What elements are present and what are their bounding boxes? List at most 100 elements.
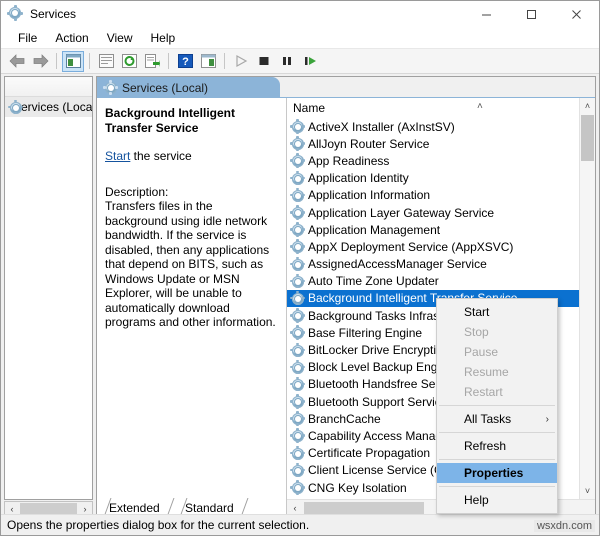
tree-node-services-local[interactable]: Services (Loca [5,97,92,117]
service-name-cell: AllJoyn Router Service [308,136,430,151]
refresh-button[interactable] [118,51,140,72]
list-vertical-scrollbar[interactable]: ˄ ˅ [579,98,595,499]
service-gear-icon [290,359,305,375]
description-text: Transfers files in the background using … [105,199,276,329]
service-gear-icon [290,119,305,134]
service-gear-icon [290,273,305,289]
start-service-link[interactable]: Start [105,149,130,163]
help-button[interactable]: ? [174,51,196,72]
service-gear-icon [290,394,305,409]
context-menu-item-label: Help [464,493,489,507]
table-row[interactable]: AppX Deployment Service (AppXSVC) [287,238,579,255]
service-name-cell: Application Layer Gateway Service [308,205,495,220]
tree-node-label: Services (Loca [13,100,92,114]
service-name-cell: Base Filtering Engine [308,325,423,340]
context-menu-item-label: All Tasks [464,412,512,426]
service-name-cell: AssignedAccessManager Service [308,257,487,272]
menu-action[interactable]: Action [46,29,97,47]
console-tree-pane: Services (Loca [4,76,93,500]
context-menu-separator [439,432,555,433]
context-menu-item-properties[interactable]: Properties [437,463,557,483]
context-menu-item-label: Pause [464,345,499,359]
service-gear-icon [290,205,305,220]
chevron-right-icon: › [545,413,549,425]
service-name-cell: Application Management [308,222,441,237]
show-action-pane-button[interactable] [197,51,219,72]
context-menu-separator [439,486,555,487]
table-row[interactable]: Application Layer Gateway Service [287,204,579,221]
context-menu-item-label: Resume [464,365,509,379]
service-name-cell: Auto Time Zone Updater [308,274,439,289]
tab-standard-label: Standard [185,500,234,515]
table-row[interactable]: App Readiness [287,152,579,169]
menu-view[interactable]: View [98,29,142,47]
start-service-button[interactable] [230,51,252,72]
tab-label: Services (Local) [122,80,209,95]
service-gear-icon [290,153,305,168]
context-menu-item-label: Restart [464,385,503,399]
service-details-pane: Background Intelligent Transfer Service … [97,98,287,516]
window-icon [7,5,24,22]
context-menu-item-help[interactable]: Help [437,490,557,510]
menu-help[interactable]: Help [142,29,185,47]
start-service-line: Start the service [105,149,276,163]
context-menu-item-refresh[interactable]: Refresh [437,436,557,456]
restart-service-button[interactable] [299,51,321,72]
service-gear-icon [290,308,305,323]
service-gear-icon [290,136,305,151]
vertical-scroll-thumb[interactable] [581,115,594,161]
service-gear-icon [290,256,305,272]
table-row[interactable]: Application Identity [287,170,579,187]
toolbar-separator [168,53,169,69]
table-row[interactable]: AllJoyn Router Service [287,135,579,152]
services-gear-icon [103,80,118,95]
context-menu-item-pause: Pause [437,342,557,362]
menu-file[interactable]: File [9,29,46,47]
pause-service-button[interactable] [276,51,298,72]
context-menu-item-all-tasks[interactable]: All Tasks › [437,409,557,429]
minimize-button[interactable] [464,1,509,27]
watermark: wsxdn.com [533,520,595,532]
services-window: Services File Action View Help ? Service… [0,0,600,536]
service-gear-icon [290,445,305,461]
tab-services-local[interactable]: Services (Local) [97,77,280,98]
service-gear-icon [290,290,305,306]
sort-ascending-icon: ˄ [477,101,483,112]
properties-button[interactable] [95,51,117,72]
export-button[interactable] [141,51,163,72]
service-name-cell: App Readiness [308,153,390,168]
column-header-name[interactable]: Name ˄ [287,98,595,118]
scroll-down-button[interactable]: ˅ [580,483,595,499]
table-row[interactable]: ActiveX Installer (AxInstSV) [287,118,579,135]
table-row[interactable]: Application Information [287,187,579,204]
table-row[interactable]: Application Management [287,221,579,238]
context-menu-item-label: Start [464,305,490,319]
context-menu-item-label: Properties [464,466,524,480]
maximize-button[interactable] [509,1,554,27]
title-bar: Services [1,1,599,27]
service-gear-icon [290,239,305,254]
service-name-cell: ActiveX Installer (AxInstSV) [308,119,455,134]
column-header-label: Name [293,101,326,115]
status-bar: Opens the properties dialog box for the … [1,514,599,535]
context-menu-item-start[interactable]: Start [437,302,557,322]
table-row[interactable]: Auto Time Zone Updater [287,273,579,290]
start-service-suffix: the service [130,149,192,163]
service-gear-icon [290,187,305,203]
service-gear-icon [290,342,305,358]
service-title: Background Intelligent Transfer Service [105,106,236,135]
stop-service-button[interactable] [253,51,275,72]
scroll-up-button[interactable]: ˄ [580,98,595,114]
show-hide-tree-button[interactable] [62,50,84,72]
service-name-cell: CNG Key Isolation [308,480,407,495]
close-button[interactable] [554,1,599,27]
service-name-cell: Certificate Propagation [308,446,431,461]
table-row[interactable]: AssignedAccessManager Service [287,256,579,273]
menu-bar: File Action View Help [1,27,599,49]
window-title: Services [30,7,77,21]
service-name-cell: BranchCache [308,411,381,426]
forward-button[interactable] [29,51,51,72]
service-name-cell: Application Information [308,188,431,203]
back-button[interactable] [6,51,28,72]
context-menu-separator [439,459,555,460]
